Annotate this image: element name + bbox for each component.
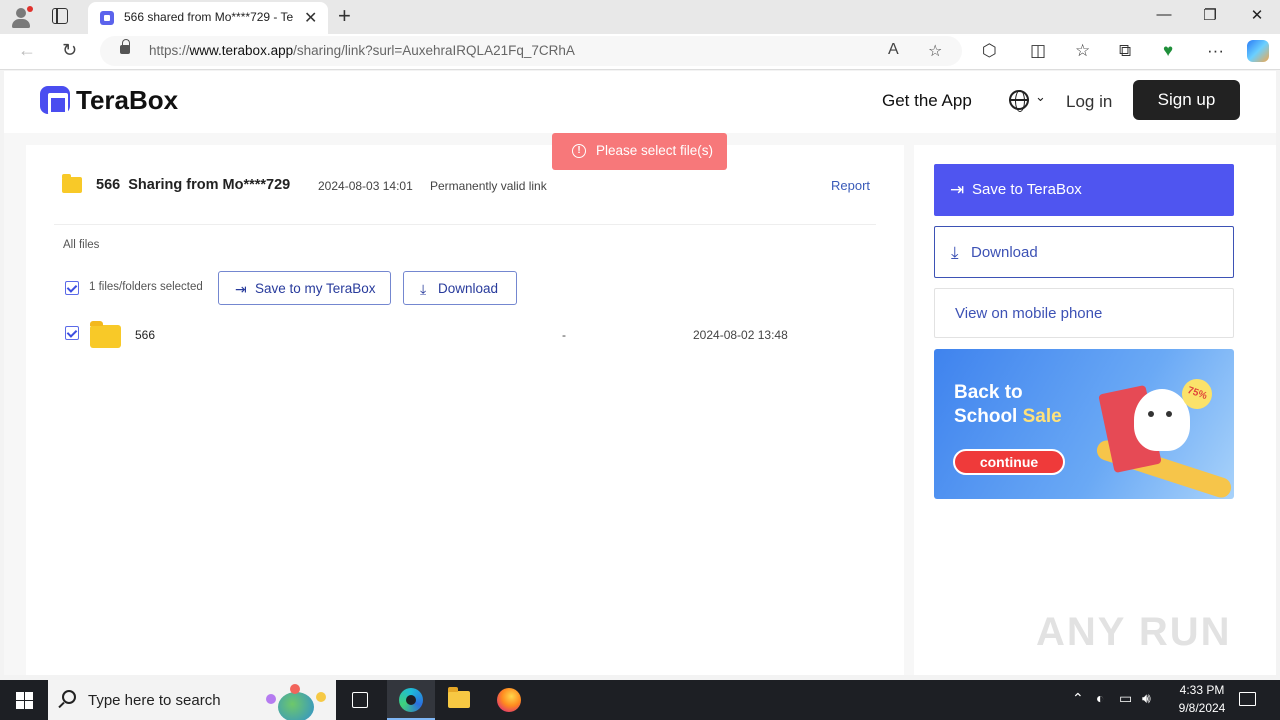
promo-banner[interactable]: 75% Back to School Sale continue xyxy=(934,349,1234,499)
share-validity: Permanently valid link xyxy=(430,179,547,193)
file-size: - xyxy=(562,328,566,342)
row-checkbox[interactable] xyxy=(65,326,79,340)
alert-icon: ! xyxy=(572,144,586,158)
download-label: Download xyxy=(971,244,1038,261)
folder-icon xyxy=(62,174,82,193)
page: TeraBox Get the App ⌄ Log in Sign up 566… xyxy=(4,71,1276,675)
url-field[interactable]: https://www.terabox.app/sharing/link?sur… xyxy=(100,36,962,66)
file-panel: 566 Sharing from Mo****729 2024-08-03 14… xyxy=(26,145,904,675)
terabox-logo-icon[interactable] xyxy=(40,86,70,115)
clock-time[interactable]: 4:33 PM xyxy=(1166,683,1238,697)
save-to-terabox-button[interactable]: ⇥ Save to TeraBox xyxy=(934,164,1234,216)
file-explorer-icon xyxy=(448,687,470,708)
promo-title: Back to School Sale xyxy=(954,382,1062,427)
search-highlight-icon xyxy=(262,684,330,720)
more-icon[interactable]: ··· xyxy=(1207,41,1224,61)
taskbar-edge[interactable] xyxy=(387,680,435,720)
action-sidebar: ⇥ Save to TeraBox ⤓ Download View on mob… xyxy=(914,145,1276,675)
lock-icon[interactable] xyxy=(120,39,130,54)
back-icon[interactable]: ← xyxy=(18,40,36,61)
browser-tab[interactable]: 566 shared from Mo****729 - TeraBox ✕ xyxy=(88,2,328,34)
toast-message: Please select file(s) xyxy=(596,143,714,158)
file-date: 2024-08-02 13:48 xyxy=(693,328,788,342)
plus-icon[interactable]: + xyxy=(338,3,351,29)
task-view-button[interactable] xyxy=(336,680,384,720)
breadcrumb[interactable]: All files xyxy=(63,239,99,251)
notification-icon[interactable] xyxy=(1239,692,1256,706)
clock-date[interactable]: 9/8/2024 xyxy=(1166,701,1238,715)
file-name[interactable]: 566 xyxy=(135,328,155,342)
download-button-label: Download xyxy=(438,281,499,296)
taskbar-file-explorer[interactable] xyxy=(435,680,483,720)
select-all-checkbox[interactable] xyxy=(65,281,79,295)
maximize-icon[interactable]: ❐ xyxy=(1200,6,1220,24)
share-title: 566 Sharing from Mo****729 xyxy=(96,177,291,193)
firefox-icon xyxy=(497,688,521,712)
read-aloud-icon[interactable]: A xyxy=(888,41,899,59)
folder-icon[interactable] xyxy=(90,321,121,348)
save-label: Save to TeraBox xyxy=(972,181,1082,198)
tab-actions-icon[interactable] xyxy=(52,8,68,24)
get-app-link[interactable]: Get the App xyxy=(882,91,972,111)
divider xyxy=(54,224,876,225)
close-icon[interactable]: ✕ xyxy=(304,8,317,28)
continue-button[interactable]: continue xyxy=(953,449,1065,475)
windows-start-icon[interactable] xyxy=(16,692,33,709)
chevron-down-icon[interactable]: ⌄ xyxy=(1035,89,1046,105)
signup-button[interactable]: Sign up xyxy=(1133,80,1240,120)
meet-icon[interactable]: ◐ xyxy=(1096,690,1104,706)
edge-icon xyxy=(399,688,423,712)
taskbar-firefox[interactable] xyxy=(485,680,533,720)
browser-tab-bar: 566 shared from Mo****729 - TeraBox ✕ + … xyxy=(0,0,1280,34)
copilot-icon[interactable] xyxy=(1247,40,1269,62)
taskbar-search[interactable]: Type here to search xyxy=(48,680,336,720)
browser-essentials-icon[interactable]: ♥ xyxy=(1163,41,1173,61)
collections-icon[interactable]: ⧉ xyxy=(1119,41,1131,61)
chevron-up-icon[interactable]: ⌃ xyxy=(1072,690,1084,707)
favicon xyxy=(100,11,114,25)
login-link[interactable]: Log in xyxy=(1066,92,1112,112)
network-icon[interactable]: ▭ xyxy=(1119,690,1132,707)
mobile-label: View on mobile phone xyxy=(955,305,1103,322)
globe-icon[interactable] xyxy=(1009,90,1029,112)
favorites-icon[interactable]: ☆ xyxy=(1075,41,1090,61)
save-button-label: Save to my TeraBox xyxy=(255,281,376,296)
favorite-star-icon[interactable]: ☆ xyxy=(928,41,942,61)
profile-icon[interactable] xyxy=(10,6,33,28)
address-bar: ← ↻ https://www.terabox.app/sharing/link… xyxy=(0,34,1280,70)
task-view-icon xyxy=(352,692,368,708)
search-icon xyxy=(62,690,76,704)
download-button[interactable]: ⤓ Download xyxy=(403,271,517,305)
volume-icon[interactable]: 🔊︎ xyxy=(1142,690,1151,707)
sidebar-download-button[interactable]: ⤓ Download xyxy=(934,226,1234,278)
refresh-icon[interactable]: ↻ xyxy=(62,40,77,61)
report-link[interactable]: Report xyxy=(831,178,870,193)
taskbar: Type here to search ⌃ ◐ ▭ 🔊︎ 4:33 PM 9/8… xyxy=(0,680,1280,720)
split-screen-icon[interactable]: ◫ xyxy=(1030,41,1046,61)
share-date: 2024-08-03 14:01 xyxy=(318,179,413,193)
save-icon: ⇥ xyxy=(235,281,247,297)
search-placeholder: Type here to search xyxy=(88,692,221,709)
save-icon: ⇥ xyxy=(950,180,965,199)
url-text[interactable]: https://www.terabox.app/sharing/link?sur… xyxy=(149,43,575,58)
selected-count: 1 files/folders selected xyxy=(89,281,203,293)
close-window-icon[interactable]: ✕ xyxy=(1247,6,1267,24)
site-header: TeraBox Get the App ⌄ Log in Sign up xyxy=(4,71,1276,133)
site-logo[interactable]: TeraBox xyxy=(76,85,178,116)
tab-title: 566 shared from Mo****729 - TeraBox xyxy=(124,10,294,24)
download-icon: ⤓ xyxy=(420,281,427,297)
view-on-mobile-button[interactable]: View on mobile phone xyxy=(934,288,1234,338)
download-icon: ⤓ xyxy=(951,243,959,262)
minimize-icon[interactable]: — xyxy=(1154,6,1174,23)
extensions-icon[interactable]: ⬡ xyxy=(982,41,997,61)
save-to-my-terabox-button[interactable]: ⇥ Save to my TeraBox xyxy=(218,271,391,305)
toast-notification: ! Please select file(s) xyxy=(552,133,727,170)
watermark: ANY RUN xyxy=(1036,610,1232,654)
